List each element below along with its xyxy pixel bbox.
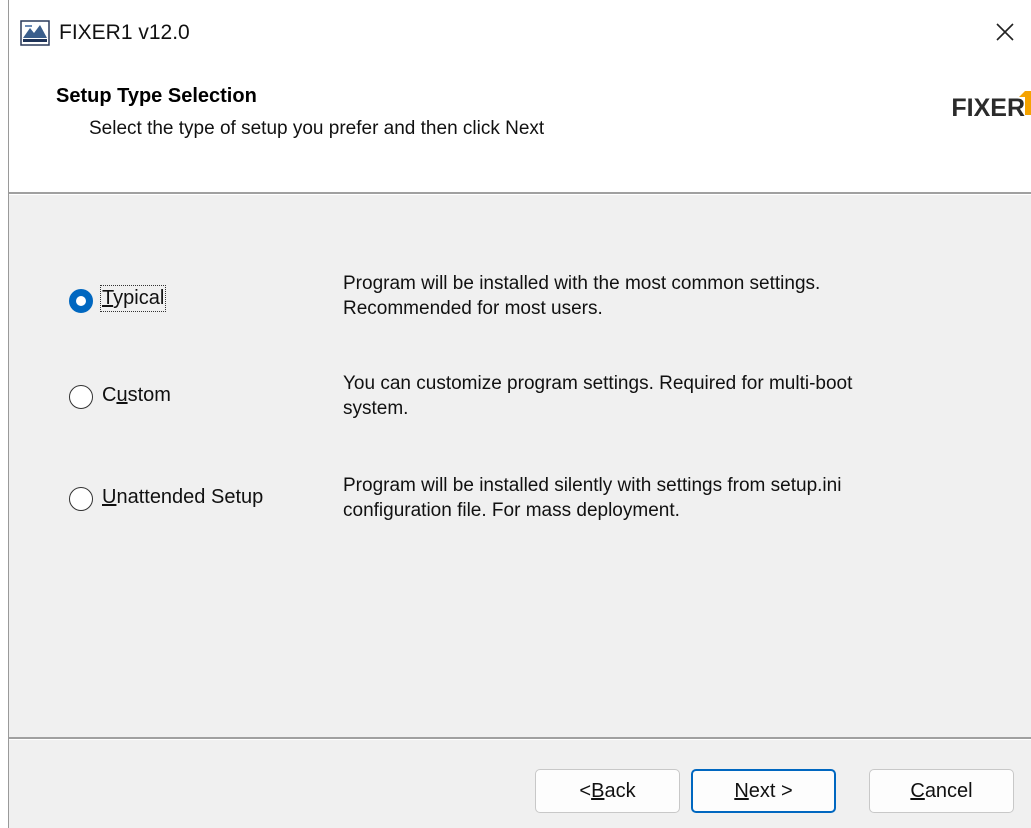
installer-icon xyxy=(20,20,50,46)
description-line: Program will be installed with the most … xyxy=(343,273,821,294)
window-title: FIXER1 v12.0 xyxy=(59,21,190,44)
close-icon xyxy=(996,23,1014,41)
cancel-button[interactable]: Cancel xyxy=(869,769,1014,813)
options-panel: Typical Program will be installed with t… xyxy=(9,195,1031,737)
label-part: stom xyxy=(127,384,171,406)
label-accel: u xyxy=(116,384,128,406)
label-part: nattended Setup xyxy=(116,486,264,508)
option-description-unattended: Program will be installed silently with … xyxy=(343,473,943,523)
option-label-typical[interactable]: Typical xyxy=(99,285,167,312)
description-line: Program will be installed silently with … xyxy=(343,475,842,496)
brand-logo-text: FIXER xyxy=(951,94,1025,122)
dialog-header: Setup Type Selection Select the type of … xyxy=(9,66,1031,192)
page-title: Setup Type Selection xyxy=(56,85,257,107)
next-button[interactable]: Next > xyxy=(691,769,836,813)
label-accel: U xyxy=(102,486,117,508)
option-label-custom[interactable]: Custom xyxy=(102,384,171,407)
setup-dialog: FIXER1 v12.0 Setup Type Selection Select… xyxy=(8,0,1031,828)
title-bar: FIXER1 v12.0 xyxy=(9,0,1031,66)
page-subtitle: Select the type of setup you prefer and … xyxy=(89,118,545,139)
accel-key: B xyxy=(591,779,605,802)
accel-key: C xyxy=(910,779,925,802)
back-button[interactable]: < Back xyxy=(535,769,680,813)
brand-accent-icon xyxy=(1019,91,1031,115)
description-line: Recommended for most users. xyxy=(343,298,603,319)
option-typical: Typical Program will be installed with t… xyxy=(9,267,1031,347)
radio-typical[interactable] xyxy=(69,289,93,313)
option-description-custom: You can customize program settings. Requ… xyxy=(343,371,943,421)
radio-custom[interactable] xyxy=(69,385,93,409)
description-line: You can customize program settings. Requ… xyxy=(343,373,853,394)
option-label-typical-rest: ypical xyxy=(113,287,165,309)
option-custom: Custom You can customize program setting… xyxy=(9,373,1031,455)
button-bar: < Back Next > Cancel xyxy=(9,740,1031,828)
description-line: configuration file. For mass deployment. xyxy=(343,500,680,521)
option-unattended: Unattended Setup Program will be install… xyxy=(9,475,1031,557)
radio-unattended[interactable] xyxy=(69,487,93,511)
label-part: C xyxy=(102,384,117,406)
accel-key: N xyxy=(734,779,749,802)
close-button[interactable] xyxy=(985,12,1025,52)
description-line: system. xyxy=(343,398,409,419)
option-description-typical: Program will be installed with the most … xyxy=(343,271,943,321)
option-label-unattended[interactable]: Unattended Setup xyxy=(102,486,263,509)
